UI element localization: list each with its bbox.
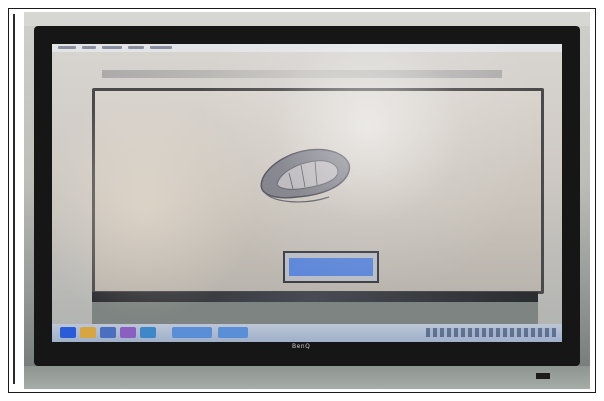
floor [24,366,590,389]
tv-screen [52,44,562,342]
wall-socket [536,373,550,379]
brand-logo: BenQ [292,343,311,350]
tv-bezel [34,26,580,366]
photo: BenQ [24,12,590,389]
screen-glare [52,44,562,342]
left-border-line [13,14,15,384]
photo-top-edge [24,12,590,26]
